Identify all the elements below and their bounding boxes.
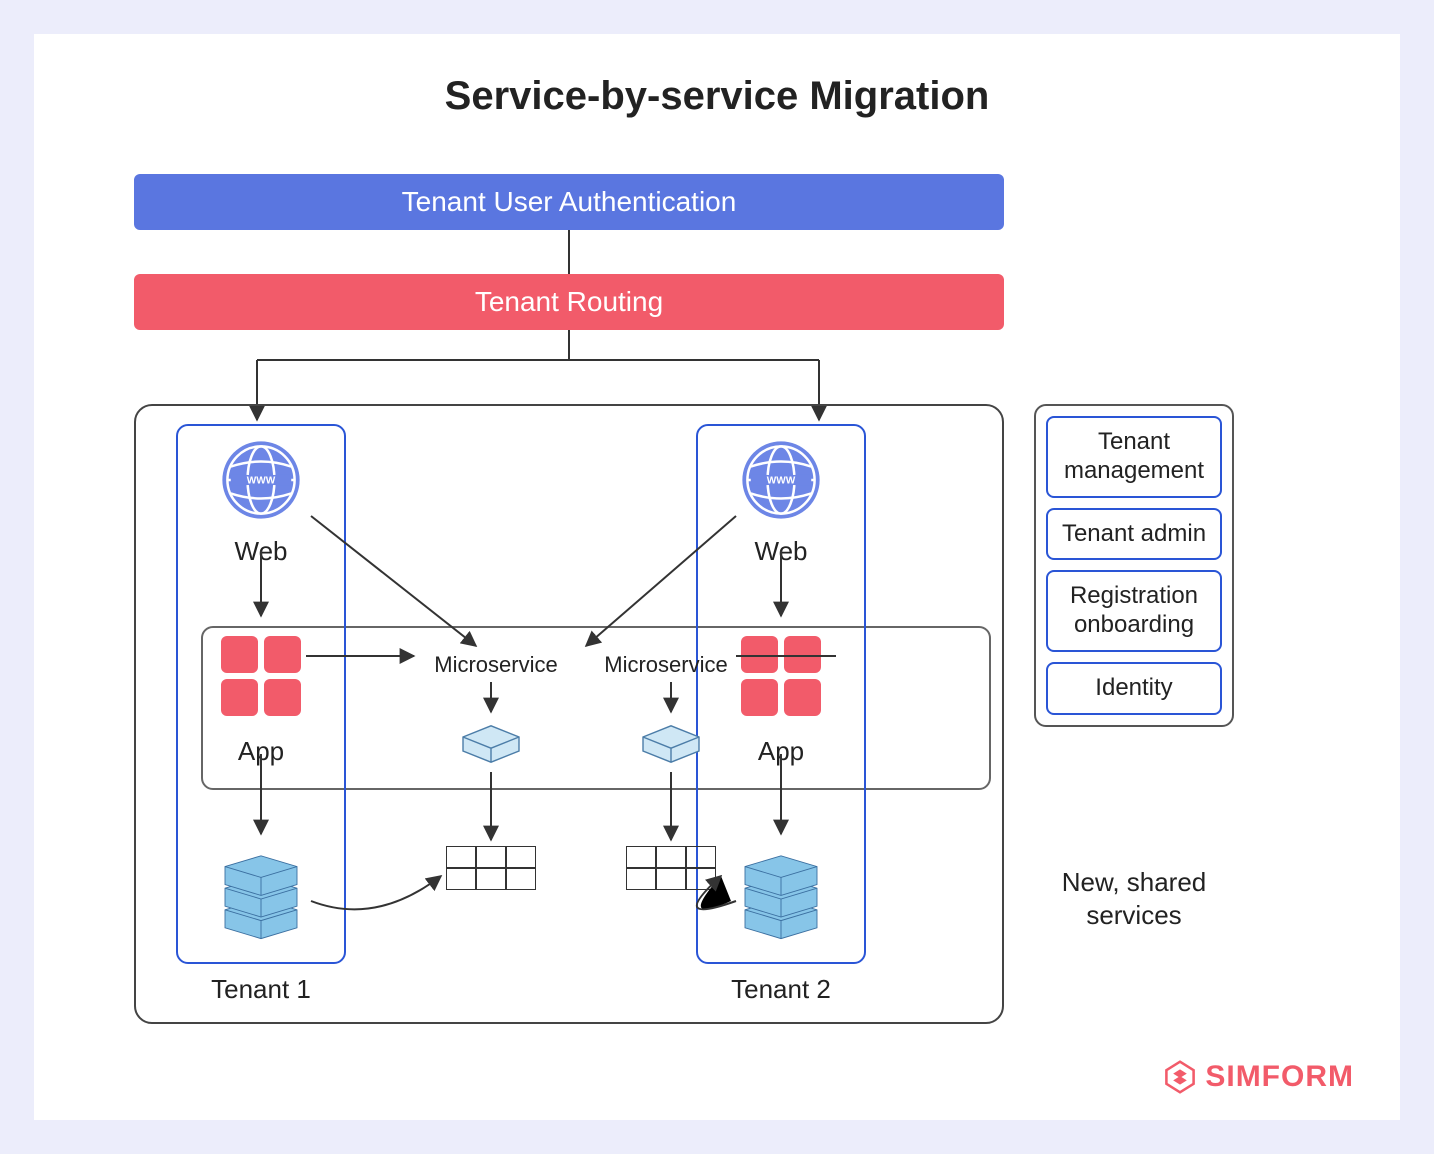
microservice-node-icon (456, 716, 526, 766)
database-icon (736, 854, 826, 944)
shared-service-item: Identity (1046, 662, 1222, 715)
web-label: Web (178, 536, 344, 567)
canvas: Service-by-service Migration Tenant User… (34, 34, 1400, 1120)
app-label: App (698, 736, 864, 767)
simform-logo: SIMFORM (1163, 1060, 1354, 1094)
shared-services-caption: New, shared services (1034, 866, 1234, 931)
app-icon (221, 636, 301, 716)
tenant2-caption: Tenant 2 (696, 974, 866, 1005)
globe-icon: WWW (219, 438, 303, 522)
diagram-title: Service-by-service Migration (34, 74, 1400, 119)
microservice-label: Microservice (586, 652, 746, 678)
tenant1-box: WWW Web App (176, 424, 346, 964)
shared-services-box: Tenant management Tenant admin Registrat… (1034, 404, 1234, 727)
microservice-node-icon (636, 716, 706, 766)
routing-bar: Tenant Routing (134, 274, 1004, 330)
database-icon (216, 854, 306, 944)
tenants-container: WWW Web App Tenant 1 (134, 404, 1004, 1024)
logo-icon (1163, 1060, 1197, 1094)
shared-service-item: Tenant admin (1046, 508, 1222, 561)
shared-service-item: Tenant management (1046, 416, 1222, 498)
table-icon (446, 846, 536, 890)
svg-text:WWW: WWW (247, 475, 276, 486)
tenant2-box: WWW Web App (696, 424, 866, 964)
app-label: App (178, 736, 344, 767)
app-icon (741, 636, 821, 716)
auth-bar: Tenant User Authentication (134, 174, 1004, 230)
logo-text: SIMFORM (1205, 1060, 1354, 1094)
globe-icon: WWW (739, 438, 823, 522)
web-label: Web (698, 536, 864, 567)
shared-service-item: Registration onboarding (1046, 570, 1222, 652)
microservice-label: Microservice (416, 652, 576, 678)
svg-text:WWW: WWW (767, 475, 796, 486)
table-icon (626, 846, 716, 890)
tenant1-caption: Tenant 1 (176, 974, 346, 1005)
